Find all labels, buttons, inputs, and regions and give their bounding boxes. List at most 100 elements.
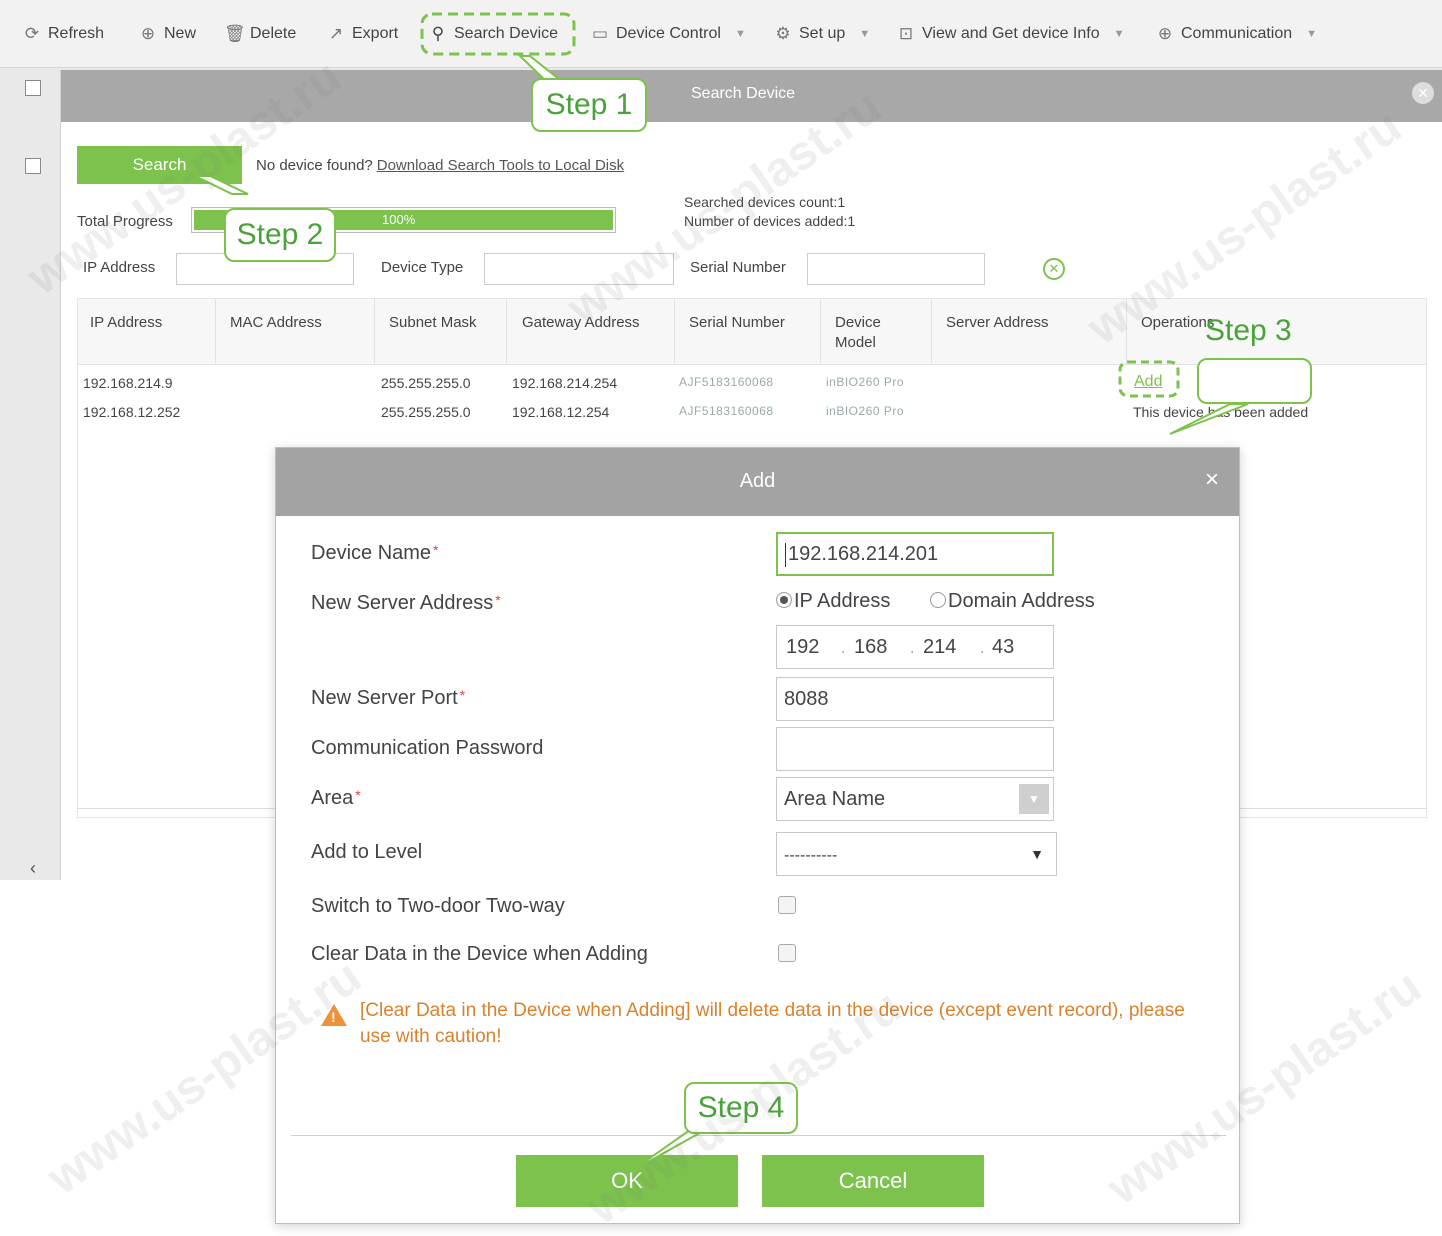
add-dialog-title: Add <box>739 470 776 492</box>
filter-type-label: Device Type <box>381 259 464 276</box>
device-name-label: Device Name * <box>311 542 439 564</box>
add-device-link[interactable]: Add <box>1134 373 1162 391</box>
cell-serial: AJF5183160068 <box>679 404 774 418</box>
step1-callout: Step 1 <box>531 78 647 132</box>
ok-button[interactable]: OK <box>516 1155 738 1207</box>
info-search-icon: ⊡ <box>898 24 914 43</box>
ip-octet-3[interactable]: 214 <box>923 626 956 668</box>
col-subnet: Subnet Mask <box>389 314 477 331</box>
filter-type-input[interactable] <box>484 253 674 285</box>
area-label: Area * <box>311 787 361 809</box>
search-button[interactable]: Search <box>77 146 242 184</box>
search-window-header: Search Device ✕ <box>61 70 1442 122</box>
add-dialog-header: Add × <box>276 448 1239 516</box>
row-checkbox[interactable] <box>25 158 41 174</box>
warning-text: [Clear Data in the Device when Adding] w… <box>360 1000 1185 1047</box>
cell-gateway: 192.168.12.254 <box>512 404 610 420</box>
cell-ip: 192.168.12.252 <box>83 404 181 420</box>
ip-octet-4[interactable]: 43 <box>992 626 1014 668</box>
col-operations: Operations <box>1141 314 1215 331</box>
setup-menu[interactable]: ⚙ Set up ▼ <box>773 22 870 46</box>
comm-password-input[interactable] <box>776 727 1054 771</box>
comm-password-label: Communication Password <box>311 737 544 759</box>
search-counts: Searched devices count:1 Number of devic… <box>684 193 855 231</box>
area-picker-icon[interactable]: ▼ <box>1019 784 1049 814</box>
divider <box>291 1135 1226 1136</box>
communication-menu[interactable]: ⊕ Communication ▼ <box>1155 22 1317 46</box>
col-mac: MAC Address <box>230 314 322 331</box>
radio-ip-address[interactable]: IP Address <box>776 590 890 613</box>
filter-serial-label: Serial Number <box>690 259 786 276</box>
refresh-icon: ⟳ <box>24 24 40 43</box>
chevron-down-icon: ▼ <box>1030 846 1044 862</box>
two-door-label: Switch to Two-door Two-way <box>311 895 565 917</box>
chevron-down-icon: ▼ <box>734 28 746 40</box>
added-count: Number of devices added:1 <box>684 213 856 229</box>
chevron-down-icon: ▼ <box>1306 28 1318 40</box>
radio-selected-icon <box>776 592 792 608</box>
device-list-strip <box>0 68 55 880</box>
col-ip: IP Address <box>90 314 163 331</box>
chevron-down-icon: ▼ <box>1113 28 1125 40</box>
delete-button[interactable]: 🗑 Delete <box>224 22 296 46</box>
close-icon[interactable]: × <box>1205 467 1219 493</box>
radio-domain-address[interactable]: Domain Address <box>930 590 1095 613</box>
level-select[interactable]: ---------- ▼ <box>776 832 1057 876</box>
level-label: Add to Level <box>311 841 423 863</box>
close-icon[interactable]: ✕ <box>1412 82 1434 104</box>
area-select[interactable]: Area Name ▼ <box>776 777 1054 821</box>
col-serial: Serial Number <box>689 314 785 331</box>
step3-callout-box <box>1197 358 1312 404</box>
cell-ip: 192.168.214.9 <box>83 375 173 391</box>
cell-subnet: 255.255.255.0 <box>381 375 471 391</box>
gear-icon: ⚙ <box>775 24 791 43</box>
device-control-icon: ▭ <box>591 24 609 43</box>
step3-callout: Step 3 <box>1205 314 1292 347</box>
export-icon: ↗ <box>328 24 344 43</box>
ip-octet-1[interactable]: 192 <box>786 626 819 668</box>
clear-data-label: Clear Data in the Device when Adding <box>311 943 648 965</box>
clear-filter-icon[interactable]: ✕ <box>1043 258 1065 280</box>
device-name-input[interactable]: 192.168.214.201 <box>776 532 1054 576</box>
col-model: Device Model <box>835 314 881 351</box>
ip-octet-2[interactable]: 168 <box>854 626 887 668</box>
download-search-tools-link[interactable]: Download Search Tools to Local Disk <box>377 157 624 174</box>
globe-icon: ⊕ <box>1157 24 1173 43</box>
step2-callout: Step 2 <box>224 208 336 262</box>
row-checkbox[interactable] <box>25 80 41 96</box>
filter-serial-input[interactable] <box>807 253 985 285</box>
filter-ip-label: IP Address <box>83 259 156 276</box>
searched-count: Searched devices count:1 <box>684 194 846 210</box>
server-port-label: New Server Port * <box>311 687 466 709</box>
cell-model: inBIO260 Pro <box>826 375 905 389</box>
cell-model: inBIO260 Pro <box>826 404 905 418</box>
cell-serial: AJF5183160068 <box>679 375 774 389</box>
refresh-button[interactable]: ⟳ Refresh <box>22 22 104 46</box>
cell-subnet: 255.255.255.0 <box>381 404 471 420</box>
search-icon: ⚲ <box>431 24 445 43</box>
progress-text: 100% <box>382 212 416 227</box>
no-device-text: No device found? Download Search Tools to… <box>256 157 625 174</box>
export-button[interactable]: ↗ Export <box>326 22 398 46</box>
new-button[interactable]: ⊕ New <box>138 22 196 46</box>
device-control-menu[interactable]: ▭ Device Control ▼ <box>590 22 746 46</box>
view-device-info-menu[interactable]: ⊡ View and Get device Info ▼ <box>896 22 1125 46</box>
step4-callout: Step 4 <box>684 1082 798 1134</box>
toolbar: ⟳ Refresh ⊕ New 🗑 Delete ↗ Export ⚲ Search De… <box>0 0 1442 68</box>
new-icon: ⊕ <box>140 24 156 43</box>
cell-gateway: 192.168.214.254 <box>512 375 618 391</box>
trash-icon: 🗑 <box>224 24 246 43</box>
chevron-left-icon[interactable]: ‹ <box>30 858 36 879</box>
clear-data-checkbox[interactable] <box>778 944 796 962</box>
cell-operation-status: This device has been added <box>1133 404 1309 420</box>
chevron-down-icon: ▼ <box>859 28 871 40</box>
col-server: Server Address <box>946 314 1049 331</box>
cancel-button[interactable]: Cancel <box>762 1155 984 1207</box>
search-window-title: Search Device <box>691 85 796 102</box>
two-door-checkbox[interactable] <box>778 896 796 914</box>
server-ip-input[interactable]: 192 . 168 . 214 . 43 <box>776 625 1054 669</box>
progress-label: Total Progress <box>77 213 173 230</box>
radio-unselected-icon <box>930 592 946 608</box>
search-device-button[interactable]: ⚲ Search Device <box>428 22 558 46</box>
server-port-input[interactable]: 8088 <box>776 677 1054 721</box>
